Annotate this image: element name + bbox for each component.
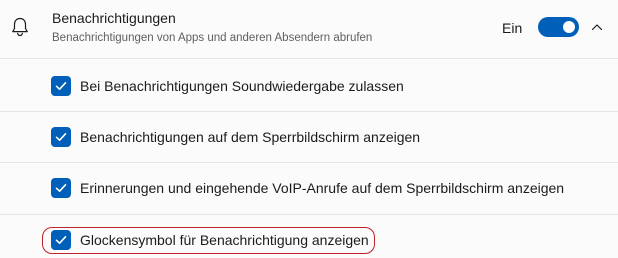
option-row-bell-symbol: Glockensymbol für Benachrichtigung anzei… — [0, 215, 618, 258]
notifications-settings-panel: Benachrichtigungen Benachrichtigungen vo… — [0, 0, 618, 258]
checkmark-icon — [55, 184, 67, 192]
voip-checkbox[interactable] — [51, 178, 71, 198]
chevron-up-icon[interactable] — [590, 20, 604, 34]
checkmark-icon — [55, 82, 67, 90]
divider — [0, 58, 618, 59]
option-row-sound: Bei Benachrichtigungen Soundwiedergabe z… — [0, 61, 618, 111]
bell-symbol-label: Glockensymbol für Benachrichtigung anzei… — [80, 232, 369, 248]
lockscreen-label: Benachrichtigungen auf dem Sperrbildschi… — [80, 129, 421, 145]
voip-label: Erinnerungen und eingehende VoIP-Anrufe … — [80, 180, 565, 196]
toggle-state-label: Ein — [502, 20, 523, 36]
notifications-title: Benachrichtigungen — [52, 10, 176, 26]
checkmark-icon — [55, 236, 67, 244]
sound-checkbox[interactable] — [51, 76, 71, 96]
lockscreen-checkbox[interactable] — [51, 127, 71, 147]
toggle-knob — [563, 21, 575, 33]
notifications-toggle[interactable] — [538, 17, 579, 37]
option-row-voip: Erinnerungen und eingehende VoIP-Anrufe … — [0, 163, 618, 213]
notifications-subtitle: Benachrichtigungen von Apps und anderen … — [52, 32, 373, 44]
bell-symbol-checkbox[interactable] — [51, 230, 71, 250]
checkmark-icon — [55, 133, 67, 141]
sound-label: Bei Benachrichtigungen Soundwiedergabe z… — [80, 78, 404, 94]
bell-icon — [10, 16, 30, 38]
option-row-lockscreen: Benachrichtigungen auf dem Sperrbildschi… — [0, 112, 618, 162]
notifications-header[interactable]: Benachrichtigungen Benachrichtigungen vo… — [0, 0, 618, 58]
